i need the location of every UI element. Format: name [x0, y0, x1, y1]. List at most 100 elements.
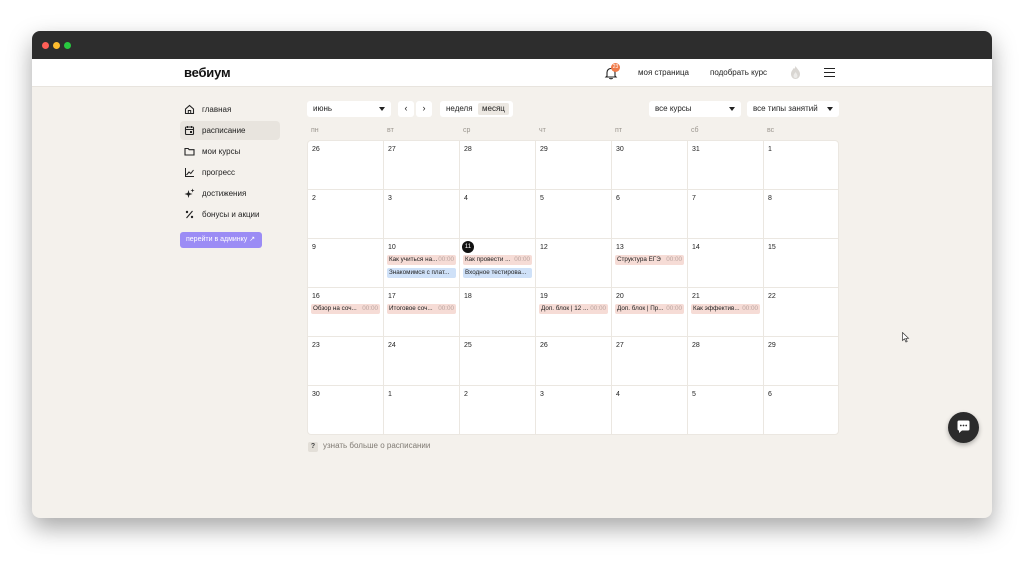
calendar-day-cell[interactable]: 6: [612, 190, 688, 239]
sparkle-icon: [184, 188, 195, 198]
day-number: 3: [540, 391, 544, 398]
sidebar-item-home[interactable]: главная: [180, 100, 280, 119]
my-page-link[interactable]: моя страница: [638, 68, 689, 77]
calendar-day-cell[interactable]: 7: [688, 190, 764, 239]
calendar-day-cell[interactable]: 4: [460, 190, 536, 239]
calendar-day-cell[interactable]: 2: [460, 386, 536, 434]
menu-icon[interactable]: [824, 68, 835, 77]
go-to-admin-button[interactable]: перейти в админку ↗: [180, 232, 262, 248]
sidebar-item-bonuses[interactable]: бонусы и акции: [180, 205, 280, 224]
calendar-event[interactable]: Знакомимся с плат...: [387, 268, 456, 278]
calendar-day-cell[interactable]: 3: [384, 190, 460, 239]
maximize-window-dot[interactable]: [64, 42, 71, 49]
day-number: 28: [464, 146, 472, 153]
calendar-day-cell[interactable]: 1: [764, 141, 838, 190]
lesson-types-select[interactable]: все типы занятий: [747, 101, 839, 117]
sidebar-item-my-courses[interactable]: мои курсы: [180, 142, 280, 161]
calendar-day-cell[interactable]: 18: [460, 288, 536, 337]
calendar-day-cell[interactable]: 21 Как эффектив... 00:00: [688, 288, 764, 337]
calendar-event[interactable]: Как учиться на... 00:00: [387, 255, 456, 265]
month-select[interactable]: июнь: [307, 101, 391, 117]
day-number: 30: [312, 391, 320, 398]
calendar-day-cell[interactable]: 13 Структура ЕГЭ 00:00: [612, 239, 688, 288]
question-icon: ?: [308, 442, 318, 452]
calendar-event[interactable]: Как провести ... 00:00: [463, 255, 532, 265]
percent-icon: [185, 210, 194, 219]
calendar-day-cell[interactable]: 29: [536, 141, 612, 190]
calendar-day-cell[interactable]: 26: [536, 337, 612, 386]
calendar-event[interactable]: Доп. блок | Пр... 00:00: [615, 304, 684, 314]
day-number: 2: [464, 391, 468, 398]
event-title: Как провести ...: [465, 256, 511, 263]
calendar-day-cell[interactable]: 4: [612, 386, 688, 434]
close-window-dot[interactable]: [42, 42, 49, 49]
calendar-day-cell[interactable]: 9: [308, 239, 384, 288]
calendar-event[interactable]: Входное тестирова...: [463, 268, 532, 278]
pick-course-link[interactable]: подобрать курс: [710, 68, 767, 77]
minimize-window-dot[interactable]: [53, 42, 60, 49]
calendar-event[interactable]: Структура ЕГЭ 00:00: [615, 255, 684, 265]
courses-select[interactable]: все курсы: [649, 101, 741, 117]
chevron-down-icon: [827, 107, 833, 111]
weekday-label: вт: [387, 127, 394, 134]
calendar-event[interactable]: Итоговое соч... 00:00: [387, 304, 456, 314]
calendar-day-cell[interactable]: 24: [384, 337, 460, 386]
avatar[interactable]: [789, 65, 802, 80]
calendar-day-cell[interactable]: 27: [612, 337, 688, 386]
calendar-day-cell[interactable]: 27: [384, 141, 460, 190]
calendar-day-cell[interactable]: 12: [536, 239, 612, 288]
day-number: 26: [312, 146, 320, 153]
calendar-event[interactable]: Как эффектив... 00:00: [691, 304, 760, 314]
calendar-day-cell[interactable]: 14: [688, 239, 764, 288]
day-number: 27: [388, 146, 396, 153]
calendar-day-cell[interactable]: 29: [764, 337, 838, 386]
chevron-down-icon: [379, 107, 385, 111]
calendar-day-cell[interactable]: 17 Итоговое соч... 00:00: [384, 288, 460, 337]
calendar-day-cell[interactable]: 25: [460, 337, 536, 386]
calendar-day-cell[interactable]: 30: [308, 386, 384, 434]
calendar-day-cell[interactable]: 22: [764, 288, 838, 337]
calendar-day-cell[interactable]: 26: [308, 141, 384, 190]
calendar-day-cell[interactable]: 31: [688, 141, 764, 190]
calendar-day-cell[interactable]: 8: [764, 190, 838, 239]
event-title: Доп. блок | 12 ...: [541, 305, 589, 312]
event-time: 00:00: [437, 304, 454, 314]
chat-button[interactable]: [948, 412, 979, 443]
calendar-event[interactable]: Обзор на соч... 00:00: [311, 304, 380, 314]
calendar-day-cell[interactable]: 20 Доп. блок | Пр... 00:00: [612, 288, 688, 337]
calendar-day-cell[interactable]: 19 Доп. блок | 12 ... 00:00: [536, 288, 612, 337]
view-week-option[interactable]: неделя: [442, 103, 477, 115]
calendar-day-cell[interactable]: 30: [612, 141, 688, 190]
day-number: 1: [388, 391, 392, 398]
calendar-day-cell[interactable]: 1: [384, 386, 460, 434]
sidebar-item-achievements[interactable]: достижения: [180, 184, 280, 203]
view-month-option[interactable]: месяц: [478, 103, 509, 115]
calendar-day-cell[interactable]: 2: [308, 190, 384, 239]
event-time: 00:00: [361, 304, 378, 314]
calendar-day-cell[interactable]: 16 Обзор на соч... 00:00: [308, 288, 384, 337]
calendar-event[interactable]: Доп. блок | 12 ... 00:00: [539, 304, 608, 314]
schedule-help-link[interactable]: ? узнать больше о расписании: [308, 441, 430, 452]
calendar-day-cell[interactable]: 5: [536, 190, 612, 239]
calendar-day-cell[interactable]: 10 Как учиться на... 00:00 Знакомимся с пла…: [384, 239, 460, 288]
sidebar-item-label: расписание: [202, 126, 246, 135]
view-toggle: неделя месяц: [440, 101, 513, 117]
calendar-day-cell[interactable]: 28: [460, 141, 536, 190]
chevron-down-icon: [729, 107, 735, 111]
courses-select-value: все курсы: [655, 104, 692, 113]
calendar-day-cell[interactable]: 28: [688, 337, 764, 386]
calendar-day-cell[interactable]: 23: [308, 337, 384, 386]
prev-month-button[interactable]: ‹: [398, 101, 414, 117]
calendar-day-cell[interactable]: 15: [764, 239, 838, 288]
site-logo[interactable]: вебиум: [184, 65, 231, 80]
sidebar-item-schedule[interactable]: расписание: [180, 121, 280, 140]
day-number: 6: [768, 391, 772, 398]
next-month-button[interactable]: ›: [416, 101, 432, 117]
weekday-label: вс: [767, 127, 775, 134]
day-number: 23: [312, 342, 320, 349]
sidebar-item-progress[interactable]: прогресс: [180, 163, 280, 182]
calendar-day-cell[interactable]: 6: [764, 386, 838, 434]
calendar-day-cell[interactable]: 11 Как провести ... 00:00 Входное тестирова…: [460, 239, 536, 288]
calendar-day-cell[interactable]: 5: [688, 386, 764, 434]
calendar-day-cell[interactable]: 3: [536, 386, 612, 434]
